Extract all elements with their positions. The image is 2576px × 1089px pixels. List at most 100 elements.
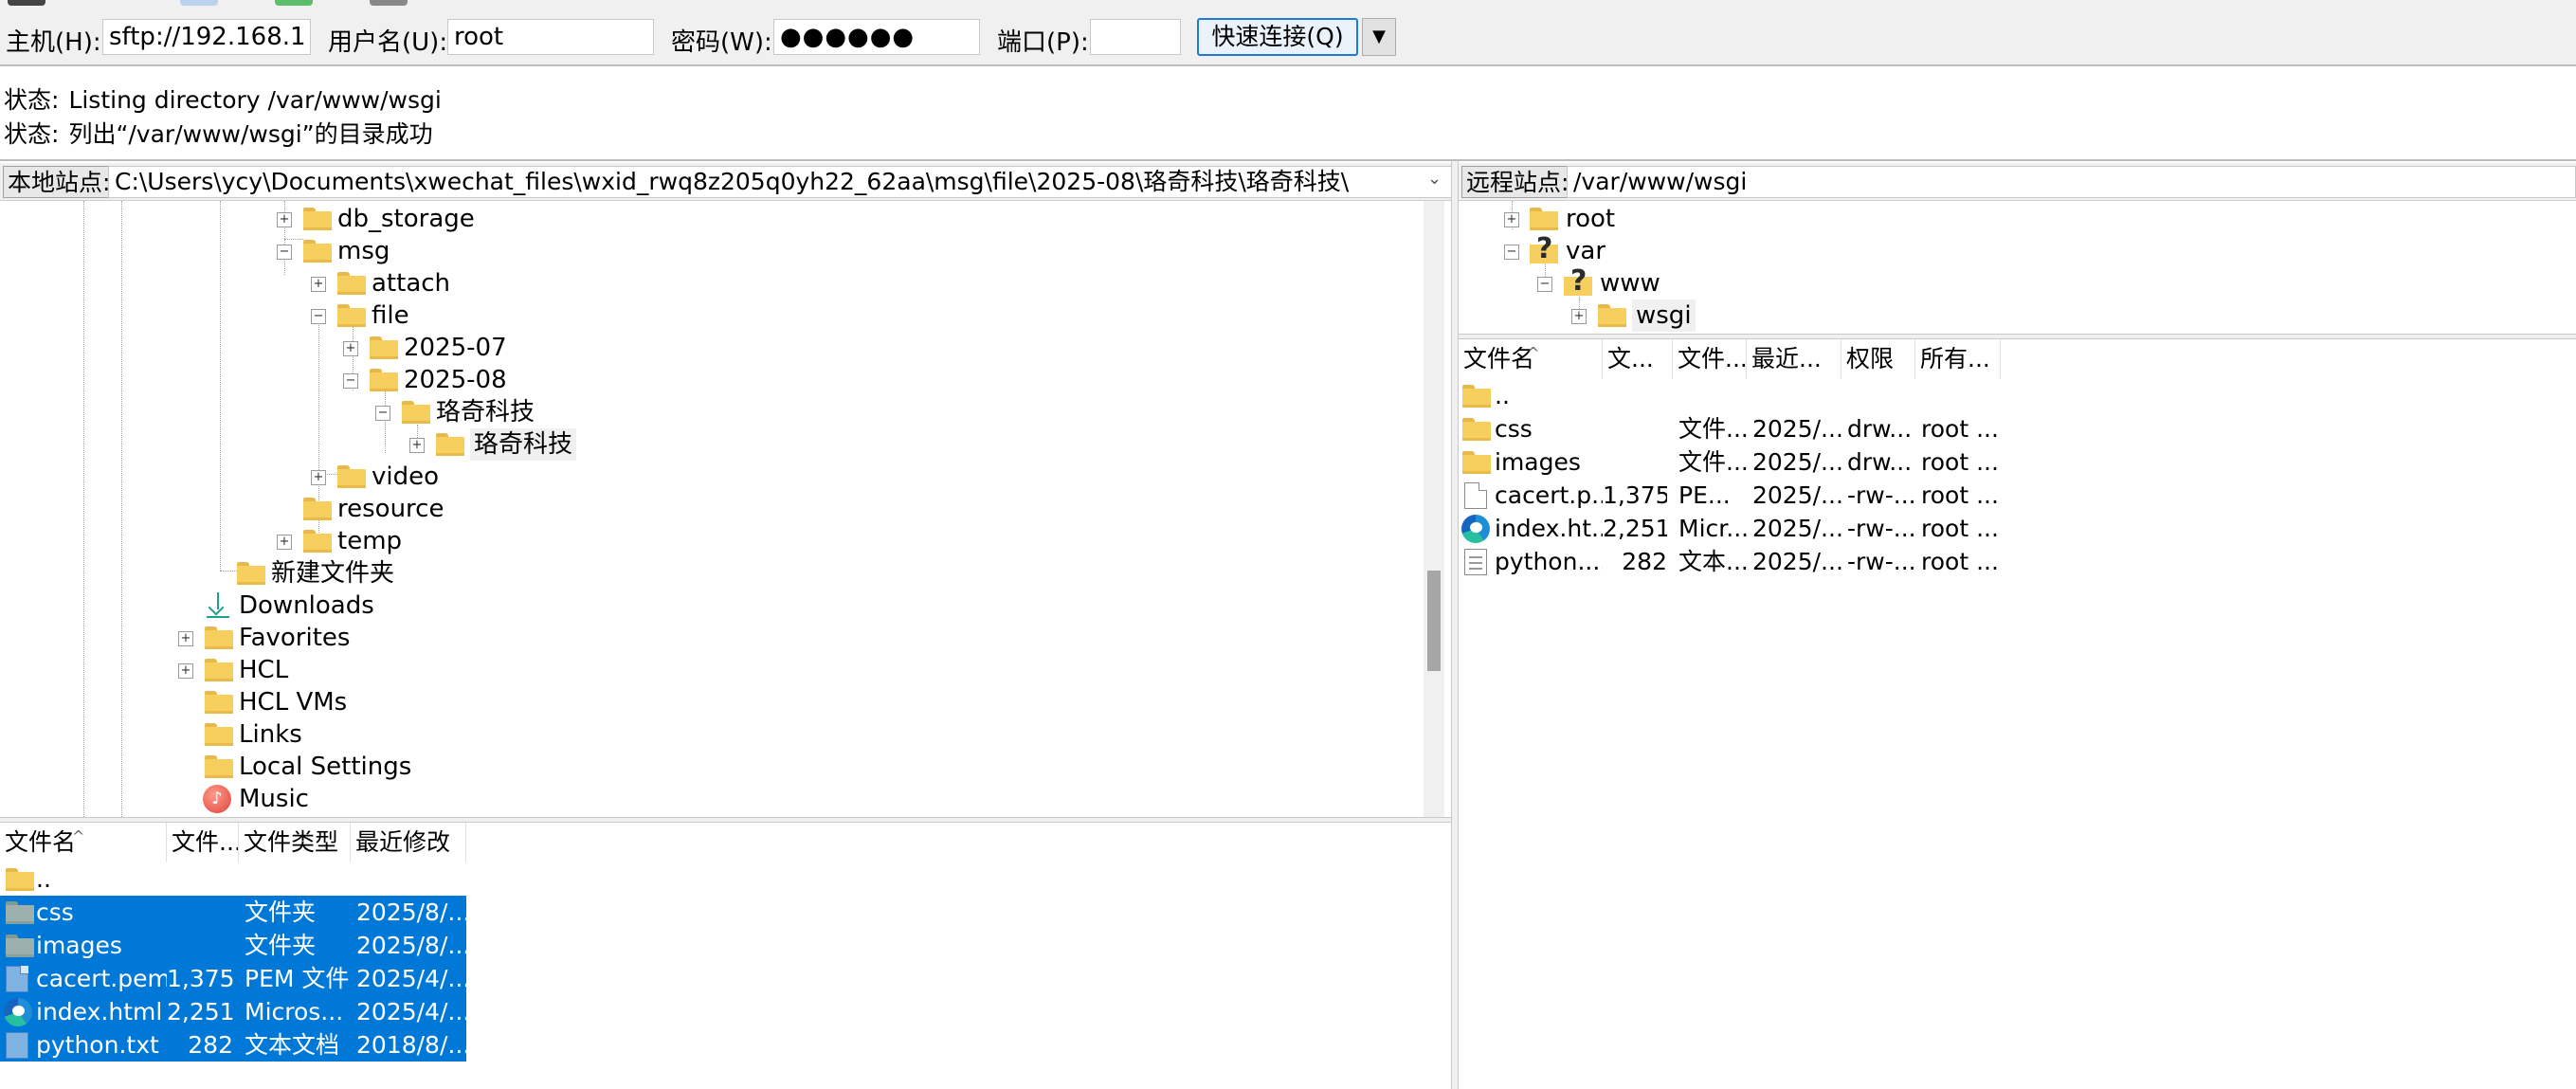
- local-file-list[interactable]: 文件名 ^ 文件... 文件类型 最近修改 .. css 文件夹 2025/8/.…: [0, 823, 1451, 1089]
- remote-file-row[interactable]: python.... 282 文本... 2025/... -rw-... ro…: [1459, 545, 2001, 578]
- collapse-minus-icon[interactable]: −: [311, 309, 326, 324]
- site-manager-icon[interactable]: [8, 0, 45, 6]
- tree-node-hcl[interactable]: + HCL: [0, 654, 853, 686]
- tree-node-msg[interactable]: − msg: [0, 235, 853, 267]
- column-header-modified[interactable]: 最近修改: [351, 823, 466, 862]
- chevron-down-icon[interactable]: ⌄: [1427, 169, 1442, 189]
- expand-plus-icon[interactable]: +: [1504, 212, 1519, 227]
- collapse-minus-icon[interactable]: −: [343, 373, 358, 389]
- remote-site-label: 远程站点:: [1461, 166, 1574, 198]
- tree-node-resource[interactable]: resource: [0, 493, 853, 525]
- remote-tree-node-wsgi[interactable]: + wsgi: [1460, 299, 2028, 332]
- local-path-combo[interactable]: C:\Users\ycy\Documents\xwechat_files\wxi…: [108, 166, 1458, 198]
- expand-plus-icon[interactable]: +: [277, 535, 292, 550]
- folder-icon: [205, 659, 233, 681]
- file-row[interactable]: css 文件夹 2025/8/...: [0, 896, 466, 929]
- tree-node-2025-07[interactable]: + 2025-07: [0, 332, 853, 364]
- column-header-type[interactable]: 文件类型: [239, 823, 351, 862]
- remote-tree-node-www[interactable]: − ? www: [1460, 265, 2028, 299]
- text-file-icon: [6, 1032, 28, 1059]
- tree-node-luoqi-2[interactable]: + 珞奇科技: [0, 428, 853, 461]
- toolbar-icon[interactable]: [370, 0, 408, 6]
- remote-path-input[interactable]: /var/www/wsgi: [1567, 166, 2576, 198]
- collapse-minus-icon[interactable]: −: [375, 406, 390, 421]
- remote-file-row[interactable]: cacert.p... 1,375 PE... 2025/... -rw-...…: [1459, 479, 2001, 512]
- collapse-minus-icon[interactable]: −: [277, 245, 292, 260]
- quickconnect-bar: 主机(H): 用户名(U): 密码(W): 端口(P): 快速连接(Q) ▼: [0, 8, 2576, 66]
- refresh-icon[interactable]: [275, 0, 313, 6]
- tree-node-temp[interactable]: + temp: [0, 525, 853, 557]
- remote-file-row[interactable]: index.ht... 2,251 Micr... 2025/... -rw-.…: [1459, 512, 2001, 545]
- toolbar-icon[interactable]: [180, 0, 218, 6]
- remote-file-row[interactable]: images 文件... 2025/... drw... root ...: [1459, 445, 2001, 479]
- remote-file-row-parent[interactable]: ..: [1459, 379, 2001, 412]
- tree-node-music[interactable]: ♪ Music: [0, 783, 853, 815]
- column-header-size[interactable]: 文...: [1603, 339, 1673, 379]
- scrollbar-thumb[interactable]: [1427, 571, 1441, 671]
- collapse-minus-icon[interactable]: −: [1537, 277, 1552, 292]
- column-header-owner[interactable]: 所有...: [1915, 339, 2001, 379]
- collapse-minus-icon[interactable]: −: [1504, 245, 1519, 260]
- expand-plus-icon[interactable]: +: [311, 470, 326, 485]
- folder-icon: [205, 691, 233, 714]
- file-row[interactable]: python.txt 282 文本文档 2018/8/...: [0, 1028, 466, 1062]
- file-row[interactable]: cacert.pem 1,375 PEM 文件 2025/4/...: [0, 962, 466, 995]
- tree-node-downloads[interactable]: Downloads: [0, 590, 853, 622]
- tree-node-new-folder[interactable]: 新建文件夹: [0, 557, 853, 590]
- column-header-modified[interactable]: 最近...: [1747, 339, 1841, 379]
- expand-plus-icon[interactable]: +: [1571, 309, 1587, 324]
- quickconnect-dropdown-icon[interactable]: ▼: [1362, 18, 1396, 56]
- file-icon: [6, 966, 28, 992]
- log-row: 状态: 列出“/var/www/wsgi”的目录成功: [4, 120, 433, 148]
- vertical-pane-splitter[interactable]: [1451, 161, 1459, 1089]
- tree-node-hcl-vms[interactable]: HCL VMs: [0, 686, 853, 718]
- folder-icon: [1462, 385, 1491, 408]
- remote-file-list[interactable]: 文件名 ^ 文... 文件... 最近... 权限 所有... .. css 文件…: [1459, 339, 2576, 1089]
- tree-node-file[interactable]: − file: [0, 299, 853, 332]
- folder-icon: [6, 868, 34, 891]
- expand-plus-icon[interactable]: +: [178, 663, 193, 679]
- folder-icon: [205, 755, 233, 778]
- remote-file-row[interactable]: css 文件... 2025/... drw... root ...: [1459, 412, 2001, 445]
- file-row[interactable]: index.html 2,251 Micros... 2025/4/...: [0, 995, 466, 1028]
- tree-node-db-storage[interactable]: + db_storage: [0, 203, 853, 235]
- expand-plus-icon[interactable]: +: [277, 212, 292, 227]
- local-directory-tree[interactable]: + db_storage − msg + attach − file + 202…: [0, 201, 1424, 817]
- folder-icon: [436, 433, 464, 456]
- remote-directory-tree[interactable]: + root − ? var − ? www + wsgi: [1460, 201, 2576, 334]
- remote-tree-node-var[interactable]: − ? var: [1460, 233, 2028, 267]
- tree-node-2025-08[interactable]: − 2025-08: [0, 364, 853, 396]
- host-input[interactable]: [102, 19, 311, 55]
- password-input[interactable]: [773, 19, 980, 55]
- column-header-permissions[interactable]: 权限: [1841, 339, 1915, 379]
- column-header-filename[interactable]: 文件名 ^: [0, 823, 167, 862]
- folder-icon: [370, 336, 398, 359]
- file-row[interactable]: images 文件夹 2025/8/...: [0, 929, 466, 962]
- username-input[interactable]: [447, 19, 654, 55]
- log-row: 状态: Listing directory /var/www/wsgi: [4, 86, 442, 114]
- edge-browser-icon: [4, 998, 32, 1026]
- folder-icon: [205, 626, 233, 649]
- tree-node-video[interactable]: + video: [0, 461, 853, 493]
- expand-plus-icon[interactable]: +: [409, 438, 425, 453]
- file-icon: [1464, 482, 1487, 509]
- quickconnect-button[interactable]: 快速连接(Q): [1197, 18, 1358, 56]
- tree-node-attach[interactable]: + attach: [0, 267, 853, 299]
- local-tree-scrollbar[interactable]: [1424, 201, 1444, 817]
- tree-node-local-settings[interactable]: Local Settings: [0, 751, 853, 783]
- tree-node-links[interactable]: Links: [0, 718, 853, 751]
- text-file-icon: [1464, 549, 1487, 575]
- remote-tree-node-root[interactable]: + root: [1460, 203, 2028, 235]
- column-header-size[interactable]: 文件...: [167, 823, 239, 862]
- expand-plus-icon[interactable]: +: [343, 341, 358, 356]
- file-row-parent[interactable]: ..: [0, 862, 466, 896]
- tree-node-luoqi-1[interactable]: − 珞奇科技: [0, 396, 853, 428]
- expand-plus-icon[interactable]: +: [178, 631, 193, 646]
- message-log[interactable]: 状态: Listing directory /var/www/wsgi 状态: 列出…: [0, 66, 2576, 161]
- folder-icon: [337, 304, 366, 327]
- tree-node-favorites[interactable]: + Favorites: [0, 622, 853, 654]
- column-header-filename[interactable]: 文件名 ^: [1459, 339, 1603, 379]
- expand-plus-icon[interactable]: +: [311, 277, 326, 292]
- port-input[interactable]: [1090, 19, 1181, 55]
- column-header-type[interactable]: 文件...: [1673, 339, 1747, 379]
